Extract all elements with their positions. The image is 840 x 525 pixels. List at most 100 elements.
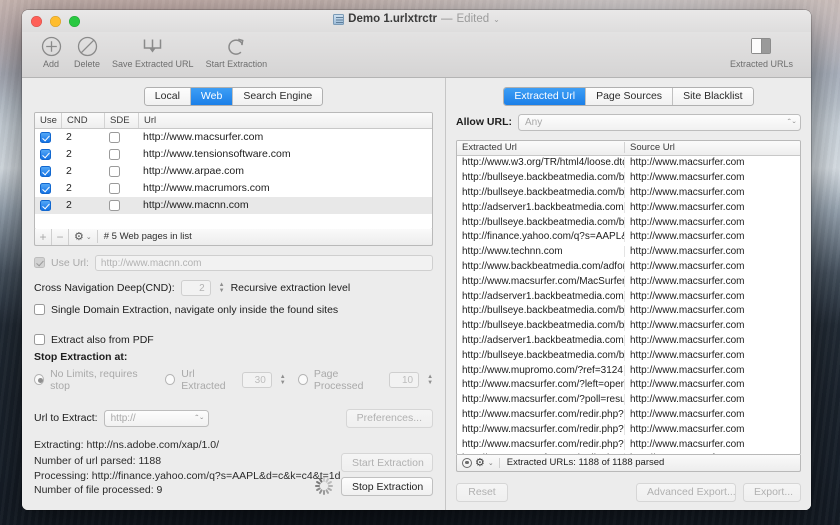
page-processed-stepper[interactable]: ▲ ▼ [427, 374, 433, 386]
table-row[interactable]: http://www.macsurfer.com/redir.php?u... h… [457, 422, 800, 437]
app-window: Demo 1.urlxtrctr — Edited ⌄ Add Delete S… [22, 10, 811, 510]
tab-extracted-url[interactable]: Extracted Url [504, 87, 586, 105]
table-row[interactable]: http://www.macsurfer.com/?left=open http:… [457, 377, 800, 392]
table-row[interactable]: http://bullseye.backbeatmedia.com/bull..… [457, 170, 800, 185]
use-url-input[interactable]: http://www.macnn.com [94, 254, 433, 271]
tab-page-sources[interactable]: Page Sources [585, 87, 673, 105]
tab-local[interactable]: Local [144, 87, 190, 105]
source-url-cell: http://www.macsurfer.com [630, 394, 745, 406]
table-row[interactable]: http://www.w3.org/TR/html4/loose.dtd http… [457, 156, 800, 171]
table-row[interactable]: http://bullseye.backbeatmedia.com/bull..… [457, 303, 800, 318]
table-row[interactable]: http://www.macsurfer.com/redir.php?u... h… [457, 437, 800, 452]
table-row[interactable]: http://www.mupromo.com/?ref=3124 http://w… [457, 363, 800, 378]
use-checkbox[interactable] [35, 131, 61, 143]
add-row-button[interactable]: + [35, 228, 52, 245]
pdf-checkbox[interactable] [34, 334, 45, 345]
use-checkbox[interactable] [35, 165, 61, 177]
right-pane: Extracted Url Page Sources Site Blacklis… [446, 78, 811, 510]
status-bar-controls[interactable]: ⚙ ⌄ [457, 457, 500, 468]
extracted-url-table[interactable]: Extracted Url Source Url http://www.w3.o… [456, 139, 801, 455]
tab-search-engine[interactable]: Search Engine [232, 87, 323, 105]
toolbar-extracted-urls-panel-button[interactable]: Extracted URLs [724, 34, 799, 69]
source-tabs: Local Web Search Engine [143, 86, 324, 106]
extracted-url-cell: http://www.macsurfer.com/redir.php?u... [457, 423, 625, 435]
tab-site-blacklist[interactable]: Site Blacklist [672, 87, 753, 105]
radio-url-extracted[interactable] [165, 374, 176, 385]
table-row[interactable]: http://adserver1.backbeatmedia.com/s... h… [457, 289, 800, 304]
table-row[interactable]: http://finance.yahoo.com/q?s=AAPL&d... ht… [457, 229, 800, 244]
toolbar-delete-button[interactable]: Delete [68, 34, 106, 69]
radio-no-limits-label: No Limits, requires stop [50, 367, 138, 392]
export-button[interactable]: Export... [743, 482, 801, 502]
radio-no-limits[interactable] [34, 374, 45, 385]
stop-extraction-title-label: Stop Extraction at: [34, 350, 128, 363]
single-domain-row[interactable]: Single Domain Extraction, navigate only … [34, 304, 433, 316]
use-checkbox[interactable] [35, 199, 61, 211]
chevron-down-icon: ⌄ [85, 233, 92, 241]
start-extraction-button[interactable]: Start Extraction [341, 453, 433, 472]
col-extracted-url: Extracted Url [457, 142, 625, 153]
source-url-cell: http://www.macsurfer.com [630, 216, 745, 228]
cnd-input[interactable]: 2 [180, 279, 211, 296]
url-extracted-input[interactable]: 30 [241, 371, 272, 388]
extracted-url-cell: http://www.w3.org/TR/html4/loose.dtd [457, 157, 625, 169]
page-processed-input[interactable]: 10 [389, 371, 420, 388]
table-row[interactable]: http://adserver1.backbeatmedia.com/s... h… [457, 333, 800, 348]
result-tabs-wrapper: Extracted Url Page Sources Site Blacklis… [456, 78, 801, 112]
allow-url-combo[interactable]: Any [518, 113, 801, 131]
source-url-cell: http://www.macsurfer.com [630, 320, 745, 332]
toolbar-start-extraction-button[interactable]: Start Extraction [200, 34, 274, 69]
table-row[interactable]: http://www.macsurfer.com/redir.php?u... h… [457, 407, 800, 422]
single-domain-label: Single Domain Extraction, navigate only … [51, 303, 339, 316]
table-row[interactable]: 2 http://www.tensionsoftware.com [35, 146, 432, 163]
left-bottom-area: Number of url parsed: 1188 Number of fil… [34, 453, 433, 496]
sde-checkbox[interactable] [104, 199, 138, 211]
extracted-url-table-header: Extracted Url Source Url [457, 140, 800, 156]
sde-checkbox[interactable] [104, 182, 138, 194]
pdf-row[interactable]: Extract also from PDF [34, 334, 433, 346]
toolbar-save-label: Save Extracted URL [112, 59, 194, 69]
sde-checkbox[interactable] [104, 165, 138, 177]
tab-web[interactable]: Web [189, 87, 233, 105]
table-row[interactable]: http://bullseye.backbeatmedia.com/bull..… [457, 348, 800, 363]
sde-checkbox[interactable] [104, 148, 138, 160]
table-row[interactable]: http://www.backbeatmedia.com/adform... ht… [457, 259, 800, 274]
web-pages-table[interactable]: Use CND SDE Url 2 http://www.macsurfer.c… [34, 111, 433, 230]
title-chevron-down-icon[interactable]: ⌄ [493, 15, 500, 24]
gear-icon: ⚙ [74, 231, 84, 243]
use-checkbox[interactable] [35, 148, 61, 160]
table-row[interactable]: http://www.macsurfer.com/?poll=results ht… [457, 392, 800, 407]
preferences-button[interactable]: Preferences... [345, 408, 433, 428]
table-row[interactable]: 2 http://www.macrumors.com [35, 180, 432, 197]
use-checkbox[interactable] [35, 182, 61, 194]
table-row[interactable]: 2 http://www.arpae.com [35, 163, 432, 180]
table-row[interactable]: http://bullseye.backbeatmedia.com/bull..… [457, 185, 800, 200]
table-row[interactable]: http://adserver1.backbeatmedia.com/s... h… [457, 200, 800, 215]
url-to-extract-combo[interactable]: http:// [103, 409, 209, 427]
table-row[interactable]: http://www.technn.com http://www.macsurfe… [457, 244, 800, 259]
use-url-checkbox[interactable] [34, 257, 45, 268]
table-row[interactable]: http://bullseye.backbeatmedia.com/bull..… [457, 318, 800, 333]
chevron-down-icon: ⌄ [487, 459, 494, 467]
sde-checkbox[interactable] [104, 131, 138, 143]
extracted-url-table-body: http://www.w3.org/TR/html4/loose.dtd http… [457, 156, 800, 454]
toolbar-add-button[interactable]: Add [34, 34, 68, 69]
remove-row-button[interactable]: − [52, 228, 69, 245]
toolbar-save-extracted-url-button[interactable]: Save Extracted URL [106, 34, 200, 69]
advanced-export-button[interactable]: Advanced Export... [636, 482, 736, 502]
radio-page-processed[interactable] [297, 374, 308, 385]
toolbar-add-label: Add [42, 59, 59, 69]
table-row[interactable]: http://www.macsurfer.com/MacSurfer.s... h… [457, 274, 800, 289]
cnd-stepper[interactable]: ▲ ▼ [219, 282, 225, 294]
url-extracted-stepper[interactable]: ▲ ▼ [280, 374, 286, 386]
reset-button[interactable]: Reset [456, 482, 508, 502]
table-row[interactable]: http://bullseye.backbeatmedia.com/bull..… [457, 215, 800, 230]
single-domain-checkbox[interactable] [34, 304, 45, 315]
extracted-url-cell: http://bullseye.backbeatmedia.com/bull..… [457, 349, 625, 361]
source-url-cell: http://www.macsurfer.com [630, 364, 745, 376]
main-toolbar: Add Delete Save Extracted URL Start Extr… [22, 32, 811, 78]
stop-extraction-button[interactable]: Stop Extraction [341, 477, 433, 496]
list-gear-menu[interactable]: ⚙ ⌄ [69, 230, 98, 243]
table-row[interactable]: 2 http://www.macnn.com [35, 196, 432, 214]
table-row[interactable]: 2 http://www.macsurfer.com [35, 129, 432, 146]
